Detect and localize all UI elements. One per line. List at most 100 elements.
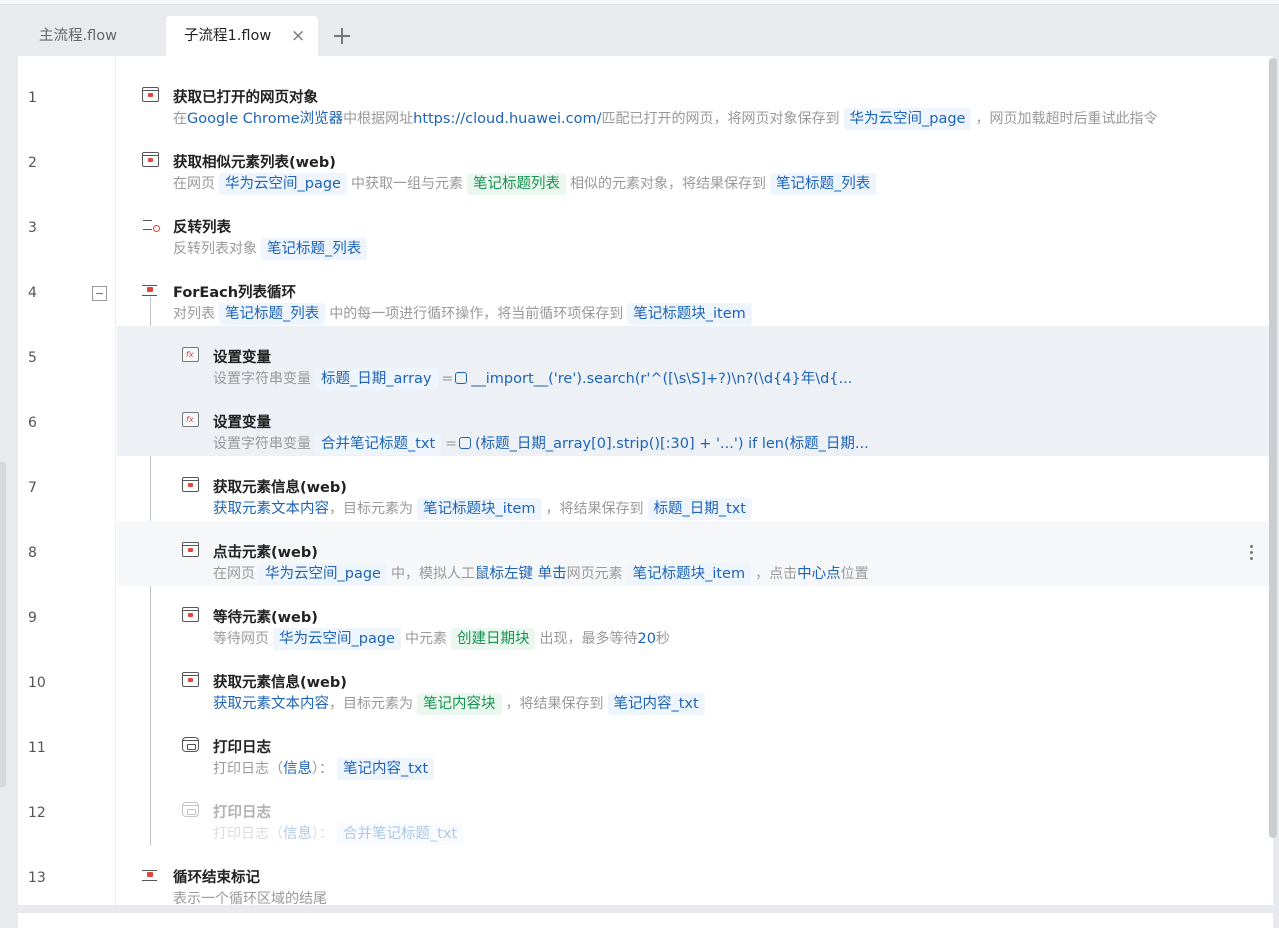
desc-text: ，网页加载超时后重试此指令 bbox=[975, 111, 1158, 127]
flow-step-row[interactable]: 获取已打开的网页对象在 Google Chrome浏览器 中根据网址 https… bbox=[117, 66, 1270, 131]
variable-chip[interactable]: 笔记标题块_item bbox=[626, 563, 752, 585]
variable-chip[interactable]: 华为云空间_page bbox=[219, 173, 347, 195]
desc-text: 打印日志（ bbox=[213, 761, 283, 777]
flow-step-row[interactable]: 打印日志打印日志（信息）： 笔记内容_txt bbox=[117, 716, 1270, 781]
param-value[interactable]: 获取元素文本内容 bbox=[213, 498, 329, 520]
line-number: 10 bbox=[28, 675, 46, 691]
desc-text: ）： bbox=[312, 826, 333, 842]
param-value[interactable]: 鼠标左键 单击 bbox=[475, 563, 567, 585]
desc-text: ，将结果保存到 bbox=[505, 696, 604, 712]
variable-chip[interactable]: 华为云空间_page bbox=[843, 108, 972, 130]
element-chip[interactable]: 笔记标题列表 bbox=[466, 173, 566, 195]
variable-chip[interactable]: 标题_日期_txt bbox=[647, 498, 752, 520]
flow-step-row[interactable]: 反转列表 反转列表对象 笔记标题_列表 bbox=[117, 196, 1270, 261]
tab-main-flow[interactable]: 主流程.flow bbox=[18, 16, 166, 56]
set-variable-icon bbox=[182, 347, 199, 362]
desc-text: ，目标元素为 bbox=[329, 696, 413, 712]
desc-text: ）： bbox=[312, 761, 333, 777]
window-top-strip bbox=[0, 0, 1279, 5]
flow-step-row[interactable]: 设置变量设置字符串变量 标题_日期_array = __import__('re… bbox=[117, 326, 1270, 391]
loop-end-icon bbox=[142, 867, 159, 882]
variable-chip[interactable]: 标题_日期_array bbox=[315, 368, 438, 390]
desc-text: 出现，最多等待 bbox=[539, 631, 638, 647]
get-element-info-icon bbox=[182, 477, 199, 492]
step-description: 获取元素文本内容，目标元素为 笔记标题块_item ，将结果保存到 标题_日期_t… bbox=[213, 498, 756, 520]
desc-text: 网页元素 bbox=[566, 566, 623, 582]
flow-step-row[interactable]: 循环结束标记 表示一个循环区域的结尾 bbox=[117, 846, 1270, 911]
variable-chip[interactable]: 笔记标题_列表 bbox=[769, 173, 877, 195]
expression-value[interactable]: (标题_日期_array[0].strip()[:30] + '...') if… bbox=[475, 433, 869, 455]
param-value[interactable]: 信息 bbox=[283, 758, 312, 780]
step-description: 在 Google Chrome浏览器 中根据网址 https://cloud.h… bbox=[173, 108, 1157, 130]
desc-text: ，将结果保存到 bbox=[545, 501, 644, 517]
line-number: 9 bbox=[28, 610, 37, 626]
variable-chip[interactable]: 合并笔记标题_txt bbox=[315, 433, 442, 455]
desc-text: 在网页 bbox=[173, 176, 215, 192]
similar-elements-icon bbox=[142, 152, 159, 167]
line-number: 1 bbox=[28, 90, 37, 106]
param-value[interactable]: 中心点 bbox=[797, 563, 841, 585]
flow-step-row[interactable]: 获取元素信息(web) 获取元素文本内容，目标元素为 笔记内容块 ，将结果保存到 笔… bbox=[117, 651, 1270, 716]
get-element-info-icon bbox=[182, 672, 199, 687]
expression-value[interactable]: __import__('re').search(r'^([\s\S]+?)\n?… bbox=[471, 368, 852, 390]
element-chip[interactable]: 创建日期块 bbox=[450, 628, 536, 650]
flow-step-row[interactable]: 获取相似元素列表(web) 在网页 华为云空间_page 中获取一组与元素 笔记标题… bbox=[117, 131, 1270, 196]
param-value[interactable]: 20 bbox=[637, 628, 655, 650]
desc-text: 匹配已打开的网页，将网页对象保存到 bbox=[601, 111, 840, 127]
tab-bar: 主流程.flow 子流程1.flow × bbox=[18, 16, 1273, 56]
desc-text: 中获取一组与元素 bbox=[350, 176, 463, 192]
variable-chip[interactable]: 笔记标题块_item bbox=[417, 498, 542, 520]
variable-chip[interactable]: 华为云空间_page bbox=[273, 628, 401, 650]
param-value[interactable]: https://cloud.huawei.com/ bbox=[413, 108, 601, 130]
step-title: 设置变量 bbox=[213, 350, 271, 366]
step-title: ForEach列表循环 bbox=[173, 285, 297, 301]
variable-chip[interactable]: 笔记内容_txt bbox=[607, 693, 705, 715]
print-log-icon bbox=[182, 802, 199, 817]
step-description: 对列表 笔记标题_列表 中的每一项进行循环操作，将当前循环项保存到 笔记标题块_i… bbox=[173, 303, 756, 325]
flow-step-row[interactable]: 获取元素信息(web) 获取元素文本内容，目标元素为 笔记标题块_item ，将结果… bbox=[117, 456, 1270, 521]
flow-step-row[interactable]: 等待元素(web) 等待网页 华为云空间_page 中元素 创建日期块 出现，最多等待… bbox=[117, 586, 1270, 651]
variable-chip[interactable]: 笔记内容_txt bbox=[337, 758, 435, 780]
desc-text: 中元素 bbox=[404, 631, 447, 647]
step-description: 等待网页 华为云空间_page 中元素 创建日期块 出现，最多等待 20 秒 bbox=[213, 628, 670, 650]
variable-chip[interactable]: 笔记标题_列表 bbox=[261, 238, 368, 260]
wait-element-icon bbox=[182, 607, 199, 622]
desc-text: 对列表 bbox=[173, 306, 215, 322]
collapse-loop-icon[interactable] bbox=[92, 286, 107, 301]
webpage-icon bbox=[142, 87, 159, 102]
param-value[interactable]: Google Chrome浏览器 bbox=[187, 108, 343, 130]
step-title: 打印日志 bbox=[213, 740, 271, 756]
variable-chip[interactable]: 华为云空间_page bbox=[259, 563, 387, 585]
variable-chip[interactable]: 笔记标题块_item bbox=[627, 303, 752, 325]
tab-label: 主流程.flow bbox=[39, 28, 117, 44]
desc-text: 秒 bbox=[655, 631, 670, 647]
param-value[interactable]: 获取元素文本内容 bbox=[213, 693, 329, 715]
desc-text: 中根据网址 bbox=[343, 111, 414, 127]
flow-step-row[interactable]: 点击元素(web) 在网页 华为云空间_page 中，模拟人工 鼠标左键 单击 网页… bbox=[117, 521, 1270, 586]
desc-text: 设置字符串变量 bbox=[213, 436, 311, 452]
element-chip[interactable]: 笔记内容块 bbox=[417, 693, 502, 715]
step-title: 等待元素(web) bbox=[213, 610, 318, 626]
flow-step-row[interactable]: ForEach列表循环对列表 笔记标题_列表 中的每一项进行循环操作，将当前循环项… bbox=[117, 261, 1270, 326]
variable-chip[interactable]: 合并笔记标题_txt bbox=[337, 823, 464, 845]
step-description: 打印日志（信息）： 合并笔记标题_txt bbox=[213, 823, 467, 845]
desc-text: 位置 bbox=[840, 566, 869, 582]
desc-text: 中，模拟人工 bbox=[390, 566, 475, 582]
desc-text: ，目标元素为 bbox=[329, 501, 413, 517]
more-options-icon[interactable] bbox=[1250, 545, 1254, 561]
add-tab-icon[interactable] bbox=[329, 23, 355, 49]
step-title: 打印日志 bbox=[213, 805, 271, 821]
close-icon[interactable]: × bbox=[291, 16, 305, 56]
tab-subflow-1[interactable]: 子流程1.flow × bbox=[166, 16, 318, 56]
flow-step-row[interactable]: 设置变量设置字符串变量 合并笔记标题_txt = (标题_日期_array[0]… bbox=[117, 391, 1270, 456]
param-value[interactable]: 信息 bbox=[283, 823, 312, 845]
flow-step-row[interactable]: 打印日志打印日志（信息）： 合并笔记标题_txt bbox=[117, 781, 1270, 846]
line-number: 7 bbox=[28, 480, 37, 496]
vertical-scrollbar[interactable] bbox=[1269, 58, 1277, 838]
line-number: 8 bbox=[28, 545, 37, 561]
variable-chip[interactable]: 笔记标题_列表 bbox=[219, 303, 326, 325]
step-description: 在网页 华为云空间_page 中获取一组与元素 笔记标题列表 相似的元素对象，将结果… bbox=[173, 173, 880, 195]
python-expression-icon bbox=[455, 372, 468, 384]
desc-text: 在网页 bbox=[213, 566, 255, 582]
left-panel-resize-handle[interactable] bbox=[0, 462, 6, 787]
